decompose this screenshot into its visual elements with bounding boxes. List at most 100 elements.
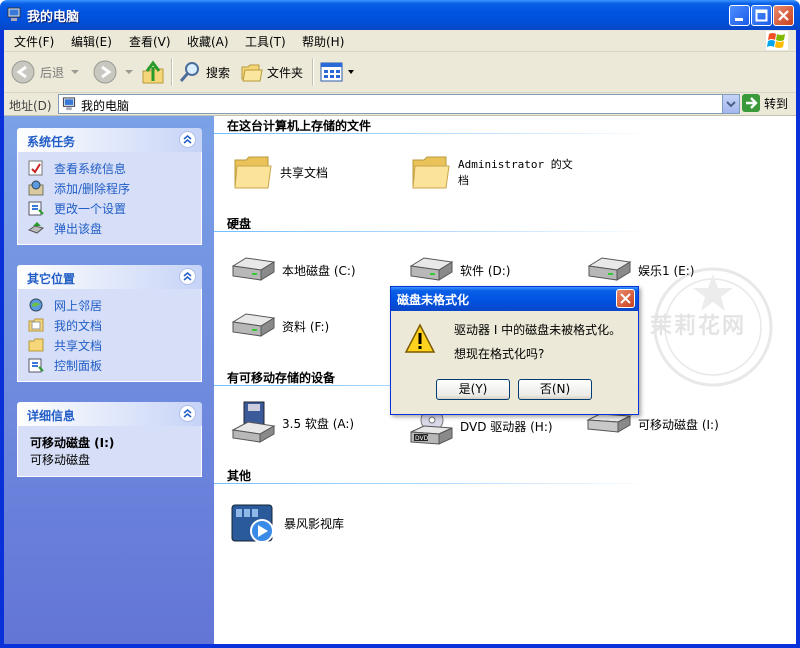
dialog-no-button[interactable]: 否(N) — [518, 379, 592, 400]
hard-disk-icon — [409, 257, 454, 281]
up-folder-icon — [142, 60, 164, 84]
details-header[interactable]: 详细信息 — [17, 402, 202, 426]
up-folder-button[interactable] — [141, 58, 165, 86]
address-label: 地址(D) — [9, 99, 52, 113]
search-button[interactable]: 搜索 — [178, 58, 230, 86]
task-label: 添加/删除程序 — [54, 182, 131, 196]
item-baofeng-library[interactable]: 暴风影视库 — [230, 501, 344, 545]
item-label: 共享文档 — [280, 165, 329, 180]
menu-tools[interactable]: 工具(T) — [245, 33, 286, 50]
task-change-setting[interactable]: 更改一个设置 — [18, 198, 201, 218]
hard-disk-icon — [231, 257, 276, 281]
group-title-other: 其他 — [227, 469, 252, 483]
item-drive-f[interactable]: 资料 (F:) — [230, 312, 329, 340]
my-documents-icon — [28, 318, 44, 332]
item-drive-c[interactable]: 本地磁盘 (C:) — [230, 256, 356, 284]
my-computer-icon — [7, 7, 21, 21]
task-view-system-info[interactable]: 查看系统信息 — [18, 158, 201, 178]
menu-help[interactable]: 帮助(H) — [302, 33, 344, 50]
menu-favorites[interactable]: 收藏(A) — [187, 33, 229, 50]
menu-edit[interactable]: 编辑(E) — [71, 33, 112, 50]
watermark-brand: 茉莉花网 — [650, 314, 747, 339]
dialog-title-bar[interactable]: 磁盘未格式化 — [391, 287, 638, 311]
views-button[interactable] — [320, 58, 355, 86]
item-administrator-documents[interactable]: Administrator 的文档 — [410, 152, 578, 192]
folders-button[interactable]: 文件夹 — [241, 58, 303, 86]
toolbar: 后退 搜索 文件夹 — [4, 52, 796, 93]
folders-label: 文件夹 — [267, 65, 304, 80]
collapse-chevron-icon[interactable] — [179, 268, 196, 285]
address-dropdown-button[interactable] — [722, 95, 739, 113]
back-button[interactable]: 后退 — [10, 58, 80, 86]
place-control-panel[interactable]: 控制面板 — [18, 355, 201, 375]
collapse-chevron-icon[interactable] — [179, 131, 196, 148]
menu-file[interactable]: 文件(F) — [14, 33, 54, 50]
address-bar: 地址(D) 我的电脑 转到 — [4, 93, 796, 116]
system-tasks-header[interactable]: 系统任务 — [17, 128, 202, 152]
collapse-chevron-icon[interactable] — [179, 405, 196, 422]
close-icon — [620, 293, 631, 304]
item-shared-documents[interactable]: 共享文档 — [232, 152, 328, 192]
warning-icon — [404, 323, 436, 353]
system-tasks-panel: 系统任务 查看系统信息 添加/删除程序 更改一个设置 弹出该盘 — [17, 128, 202, 245]
dialog-close-button[interactable] — [616, 289, 635, 308]
item-label: 3.5 软盘 (A:) — [282, 416, 355, 431]
window-border-bottom — [0, 644, 800, 648]
forward-dropdown-icon — [125, 70, 133, 74]
folder-icon — [412, 156, 450, 189]
search-icon — [179, 62, 199, 82]
watermark-logo: 茉莉花网 — [648, 262, 778, 392]
item-drive-d[interactable]: 软件 (D:) — [408, 256, 510, 284]
place-shared-documents[interactable]: 共享文档 — [18, 335, 201, 355]
group-divider — [214, 231, 654, 232]
item-floppy-a[interactable]: 3.5 软盘 (A:) — [230, 400, 354, 446]
network-places-icon — [29, 298, 43, 312]
item-label: 资料 (F:) — [282, 319, 330, 334]
place-network[interactable]: 网上邻居 — [18, 295, 201, 315]
task-label: 更改一个设置 — [54, 202, 127, 216]
forward-button[interactable] — [92, 58, 134, 86]
close-icon — [778, 10, 789, 21]
group-title-hard-disks: 硬盘 — [227, 217, 252, 231]
go-arrow-icon — [742, 94, 760, 112]
maximize-button[interactable] — [751, 5, 772, 26]
place-label: 控制面板 — [54, 359, 103, 373]
toolbar-separator — [171, 58, 173, 86]
search-label: 搜索 — [206, 65, 231, 80]
dialog-yes-button[interactable]: 是(Y) — [436, 379, 510, 400]
details-name: 可移动磁盘 (I:) — [30, 436, 115, 450]
place-my-documents[interactable]: 我的文档 — [18, 315, 201, 335]
add-remove-programs-icon — [28, 180, 44, 196]
item-label: 软件 (D:) — [460, 263, 511, 278]
item-label: 本地磁盘 (C:) — [282, 263, 356, 278]
back-label: 后退 — [40, 65, 65, 80]
item-label: DVD 驱动器 (H:) — [460, 419, 553, 434]
address-input[interactable]: 我的电脑 — [58, 94, 740, 114]
change-setting-icon — [28, 201, 44, 216]
svg-text:DVD: DVD — [415, 435, 429, 442]
task-eject-disk[interactable]: 弹出该盘 — [18, 218, 201, 238]
group-divider — [214, 483, 654, 484]
minimize-button[interactable] — [729, 5, 750, 26]
task-pane: 系统任务 查看系统信息 添加/删除程序 更改一个设置 弹出该盘 其它位置 网上邻… — [4, 116, 214, 644]
toolbar-separator — [312, 58, 314, 86]
other-places-header[interactable]: 其它位置 — [17, 265, 202, 289]
task-add-remove-programs[interactable]: 添加/删除程序 — [18, 178, 201, 198]
hard-disk-icon — [587, 257, 632, 281]
place-label: 我的文档 — [54, 319, 103, 333]
item-removable-i[interactable]: 可移动磁盘 (I:) — [586, 412, 719, 436]
maximize-icon — [755, 9, 768, 22]
menu-bar: 文件(F) 编辑(E) 查看(V) 收藏(A) 工具(T) 帮助(H) — [4, 30, 796, 52]
views-dropdown-icon — [348, 70, 354, 74]
dialog-title: 磁盘未格式化 — [397, 293, 470, 307]
title-bar[interactable]: 我的电脑 — [0, 0, 800, 30]
group-title-removable: 有可移动存储的设备 — [227, 371, 336, 385]
address-value: 我的电脑 — [81, 99, 130, 113]
go-button[interactable]: 转到 — [742, 94, 788, 112]
floppy-drive-icon — [231, 401, 276, 443]
item-label: 可移动磁盘 (I:) — [638, 417, 719, 432]
close-button[interactable] — [773, 5, 794, 26]
views-icon — [320, 62, 343, 82]
menu-view[interactable]: 查看(V) — [129, 33, 171, 50]
back-arrow-icon — [11, 60, 35, 84]
